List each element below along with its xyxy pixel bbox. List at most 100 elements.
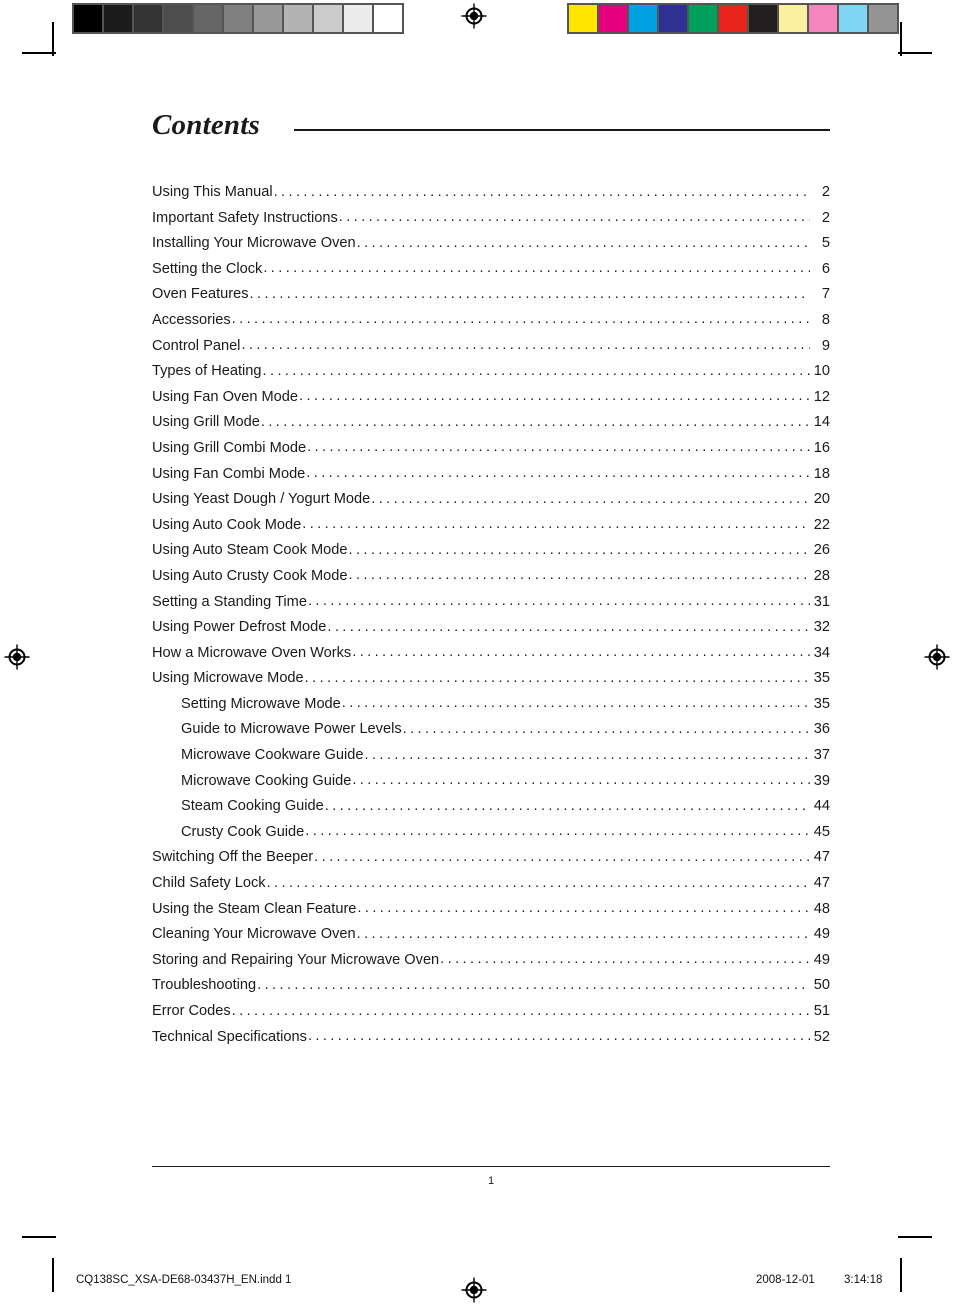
calibration-swatch [164,5,192,32]
toc-entry-label: How a Microwave Oven Works [152,644,352,661]
crop-mark [900,22,902,56]
toc-entry[interactable]: Using Grill Combi Mode..................… [152,439,830,467]
slug-time: 3:14:18 [844,1274,883,1286]
toc-entry-label: Important Safety Instructions [152,209,338,226]
calibration-swatch [599,5,627,32]
grayscale-calibration-strip [72,3,404,34]
slug-filename: CQ138SC_XSA-DE68-03437H_EN.indd 1 [76,1274,292,1286]
toc-sub-entry[interactable]: Guide to Microwave Power Levels.........… [152,722,830,748]
toc-entry-label: Oven Features [152,286,249,303]
toc-entry-label: Crusty Cook Guide [181,823,305,840]
toc-entry[interactable]: Using Fan Combi Mode....................… [152,466,830,493]
toc-page-number: 34 [813,644,830,661]
toc-entry[interactable]: Storing and Repairing Your Microwave Ove… [152,951,830,979]
toc-sub-entry[interactable]: Microwave Cooking Guide.................… [152,773,830,800]
toc-sub-entry[interactable]: Microwave Cookware Guide................… [152,748,830,774]
toc-entry[interactable]: Using Yeast Dough / Yogurt Mode.........… [152,492,830,518]
toc-entry[interactable]: Oven Features...........................… [152,287,830,313]
toc-dot-leader: ........................................… [231,1003,810,1018]
toc-entry[interactable]: How a Microwave Oven Works..............… [152,644,830,672]
toc-page-number: 47 [813,875,830,892]
toc-entry-label: Using Microwave Mode [152,670,304,687]
footer-rule [152,1166,830,1167]
toc-entry[interactable]: Troubleshooting.........................… [152,978,830,1004]
toc-entry-label: Using Fan Oven Mode [152,388,299,405]
toc-dot-leader: ........................................… [402,721,810,736]
toc-page-number: 48 [813,900,830,917]
calibration-swatch [74,5,102,32]
toc-page-number: 44 [813,798,830,815]
toc-entry[interactable]: Using Fan Oven Mode.....................… [152,388,830,416]
toc-entry-label: Using Power Defrost Mode [152,619,327,636]
toc-entry[interactable]: Using Power Defrost Mode................… [152,620,830,646]
toc-dot-leader: ........................................… [304,670,810,685]
toc-page-number: 45 [813,823,830,840]
calibration-swatch [284,5,312,32]
registration-target-icon [924,644,950,670]
toc-entry[interactable]: Types of Heating........................… [152,364,830,390]
calibration-swatch [224,5,252,32]
toc-page-number: 20 [813,491,830,508]
toc-page-number: 35 [813,695,830,712]
toc-entry[interactable]: Using Auto Cook Mode....................… [152,517,830,544]
toc-dot-leader: ........................................… [241,338,810,353]
toc-sub-entry[interactable]: Steam Cooking Guide.....................… [152,799,830,825]
toc-page-number: 36 [813,721,830,738]
toc-entry[interactable]: Control Panel...........................… [152,337,830,365]
crop-mark [22,52,56,54]
toc-entry[interactable]: Switching Off the Beeper................… [152,850,830,876]
registration-target-icon [461,1277,487,1303]
toc-entry[interactable]: Using Grill Mode........................… [152,415,830,441]
toc-dot-leader: ........................................… [260,414,810,429]
toc-entry-label: Accessories [152,311,231,328]
toc-page-number: 9 [821,337,830,354]
toc-page-number: 49 [813,926,830,943]
toc-entry-label: Using Auto Steam Cook Mode [152,542,348,559]
toc-entry[interactable]: Using Microwave Mode....................… [152,671,830,697]
toc-entry-label: Using Auto Crusty Cook Mode [152,567,348,584]
calibration-swatch [659,5,687,32]
toc-entry[interactable]: Technical Specifications................… [152,1028,830,1056]
toc-entry-label: Using the Steam Clean Feature [152,900,357,917]
toc-dot-leader: ........................................… [231,312,810,327]
toc-sub-entry[interactable]: Crusty Cook Guide.......................… [152,823,830,851]
calibration-swatch [104,5,132,32]
toc-entry-label: Microwave Cookware Guide [181,747,364,764]
toc-entry[interactable]: Child Safety Lock.......................… [152,876,830,902]
toc-entry[interactable]: Accessories.............................… [152,311,830,339]
toc-entry[interactable]: Error Codes.............................… [152,1004,830,1030]
toc-dot-leader: ........................................… [262,363,810,378]
toc-page-number: 2 [821,209,830,226]
toc-dot-leader: ........................................… [263,261,810,276]
toc-dot-leader: ........................................… [348,568,810,583]
toc-dot-leader: ........................................… [306,466,810,481]
toc-entry-label: Cleaning Your Microwave Oven [152,926,356,943]
toc-dot-leader: ........................................… [314,849,810,864]
calibration-swatch [344,5,372,32]
toc-dot-leader: ........................................… [352,773,810,788]
toc-entry-label: Using Grill Combi Mode [152,439,307,456]
toc-page-number: 50 [813,977,830,994]
toc-entry[interactable]: Setting the Clock.......................… [152,260,830,288]
toc-entry[interactable]: Cleaning Your Microwave Oven............… [152,927,830,953]
calibration-swatch [569,5,597,32]
toc-entry[interactable]: Using Auto Crusty Cook Mode.............… [152,567,830,595]
toc-dot-leader: ........................................… [307,594,810,608]
toc-entry[interactable]: Setting a Standing Time.................… [152,594,830,621]
toc-page-number: 52 [813,1028,830,1045]
toc-entry[interactable]: Using Auto Steam Cook Mode..............… [152,543,830,569]
toc-entry[interactable]: Using the Steam Clean Feature...........… [152,900,830,928]
toc-entry[interactable]: Using This Manual.......................… [152,185,830,211]
toc-entry-label: Setting the Clock [152,260,263,277]
toc-page-number: 49 [813,951,830,968]
toc-sub-entry[interactable]: Setting Microwave Mode..................… [152,695,830,723]
toc-page-number: 14 [813,414,830,431]
toc-dot-leader: ........................................… [440,952,810,967]
toc-dot-leader: ........................................… [273,184,810,199]
toc-entry[interactable]: Important Safety Instructions...........… [152,209,830,237]
calibration-swatch [314,5,342,32]
toc-dot-leader: ........................................… [324,798,810,813]
toc-page-number: 47 [813,849,830,866]
toc-entry[interactable]: Installing Your Microwave Oven..........… [152,236,830,262]
heading-rule [293,128,830,131]
